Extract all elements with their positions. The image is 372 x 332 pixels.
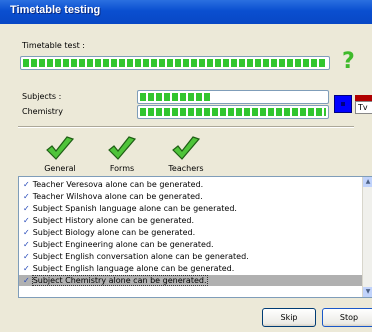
check-icon: ✓ — [23, 216, 30, 225]
list-item[interactable]: ✓ Teacher Veresova alone can be generated… — [19, 179, 367, 190]
green-check-icon — [108, 136, 137, 160]
nav-general[interactable]: General — [30, 136, 90, 176]
blue-color-swatch — [334, 95, 352, 113]
timetable-test-progress-fill — [23, 59, 327, 67]
check-icon: ✓ — [23, 240, 30, 249]
check-icon: ✓ — [23, 252, 30, 261]
green-check-icon — [172, 136, 201, 160]
subjects-progress-fill — [140, 93, 211, 101]
scroll-down-icon[interactable]: ▼ — [363, 287, 372, 297]
list-item[interactable]: ✓ Teacher Wilshova alone can be generated… — [19, 191, 367, 202]
generation-log-list[interactable]: ✓ Teacher Veresova alone can be generated… — [18, 176, 372, 298]
nav-general-label: General — [44, 164, 76, 173]
question-mark-icon: ? — [342, 49, 355, 74]
check-icon: ✓ — [23, 264, 30, 273]
divider — [18, 126, 354, 128]
list-item[interactable]: ✓ Subject English conversation alone can … — [19, 251, 367, 262]
check-icon: ✓ — [23, 192, 30, 201]
chemistry-label: Chemistry — [22, 107, 63, 116]
list-item[interactable]: ✓ Subject Spanish language alone can be g… — [19, 203, 367, 214]
check-icon: ✓ — [23, 180, 30, 189]
timetable-test-label: Timetable test : — [22, 41, 85, 50]
list-item[interactable]: ✓ Subject Biology alone can be generated. — [19, 227, 367, 238]
timetable-test-progress — [20, 56, 330, 70]
chemistry-progress-fill — [140, 108, 326, 116]
scroll-up-icon[interactable]: ▲ — [363, 177, 372, 187]
nav-teachers-label: Teachers — [168, 164, 204, 173]
chemistry-progress — [137, 105, 329, 119]
nav-teachers[interactable]: Teachers — [156, 136, 216, 176]
subjects-progress — [137, 90, 329, 104]
nav-forms[interactable]: Forms — [92, 136, 152, 176]
timetable-testing-window: Timetable testing Timetable test : ? Sub… — [0, 0, 372, 332]
skip-button[interactable]: Skip — [262, 308, 316, 327]
list-item[interactable]: ✓ Subject English language alone can be g… — [19, 263, 367, 274]
list-item[interactable]: ✓ Subject Engineering alone can be genera… — [19, 239, 367, 250]
list-scrollbar[interactable]: ▲ ▼ — [362, 177, 372, 297]
check-icon: ✓ — [23, 276, 30, 285]
green-check-icon — [46, 136, 75, 160]
subjects-label: Subjects : — [22, 92, 62, 101]
list-item[interactable]: ✓ Subject History alone can be generated. — [19, 215, 367, 226]
side-text-box: Tv — [355, 101, 372, 114]
nav-forms-label: Forms — [109, 164, 135, 173]
list-item-selected[interactable]: ✓ Subject Chemistry alone can be generate… — [19, 275, 367, 286]
check-icon: ✓ — [23, 204, 30, 213]
stop-button[interactable]: Stop — [322, 308, 372, 327]
check-icon: ✓ — [23, 228, 30, 237]
window-title: Timetable testing — [10, 4, 101, 16]
title-bar[interactable]: Timetable testing — [0, 0, 372, 24]
